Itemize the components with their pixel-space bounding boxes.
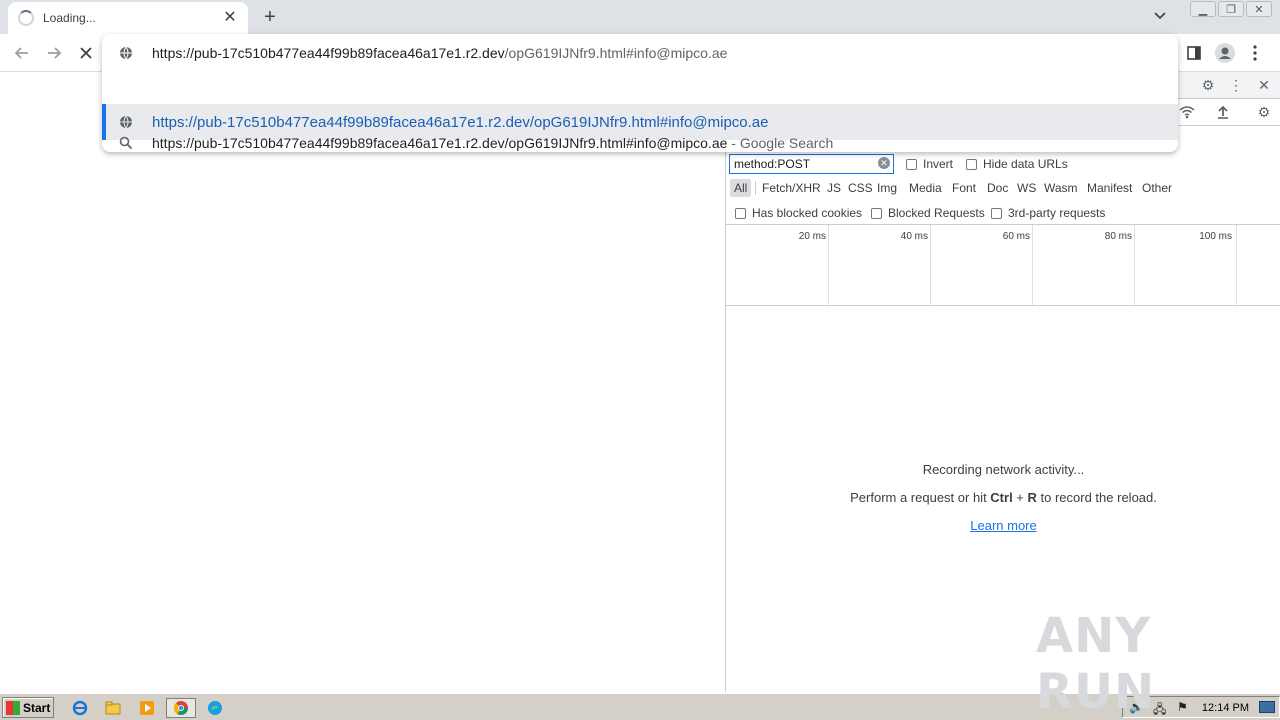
- suggestion-search-text: https://pub-17c510b477ea44f99b89facea46a…: [152, 135, 833, 151]
- type-filter-ws[interactable]: WS: [1017, 179, 1036, 197]
- suggestion-search-row[interactable]: https://pub-17c510b477ea44f99b89facea46a…: [102, 125, 1178, 161]
- omnibox-url-path: /opG619IJNfr9.html#info@mipco.ae: [504, 44, 728, 61]
- search-icon: [118, 135, 134, 151]
- key-r: R: [1027, 490, 1037, 505]
- type-filter-js[interactable]: JS: [827, 179, 841, 197]
- reload-hint: Perform a request or hit Ctrl + R to rec…: [726, 490, 1280, 505]
- omnibox-dropdown: https://pub-17c510b477ea44f99b89facea46a…: [102, 34, 1178, 152]
- type-filter-css[interactable]: CSS: [848, 179, 873, 197]
- restore-button[interactable]: ❐: [1218, 1, 1244, 17]
- tab-close-icon[interactable]: ✕: [222, 10, 238, 26]
- type-filter-doc[interactable]: Doc: [987, 179, 1008, 197]
- checkbox-box[interactable]: [735, 207, 746, 219]
- profile-avatar-icon[interactable]: [1214, 42, 1236, 64]
- devtools-close-icon[interactable]: ✕: [1255, 76, 1273, 94]
- start-button[interactable]: Start: [2, 697, 54, 718]
- windows-logo-icon: [6, 700, 20, 715]
- back-button[interactable]: [10, 41, 34, 65]
- network-settings-gear-icon[interactable]: ⚙: [1255, 103, 1273, 121]
- resource-type-filters: All Fetch/XHR JS CSS Img Media Font Doc …: [726, 177, 1280, 199]
- third-party-checkbox[interactable]: 3rd-party requests: [991, 206, 1105, 220]
- stop-button[interactable]: [74, 41, 98, 65]
- minimize-button[interactable]: ▁: [1190, 1, 1216, 17]
- browser-tab[interactable]: Loading... ✕: [8, 2, 248, 34]
- settings-gear-icon[interactable]: ⚙: [1199, 76, 1217, 94]
- blocked-requests-label: Blocked Requests: [888, 206, 985, 220]
- devtools-menu-icon[interactable]: ⋮: [1227, 76, 1245, 94]
- explorer-folder-icon[interactable]: [103, 698, 123, 718]
- timeline-tick-label: 80 ms: [1104, 231, 1132, 242]
- loading-spinner-icon: [18, 10, 34, 26]
- recording-text: Recording network activity...: [922, 462, 1085, 477]
- globe-icon: [118, 45, 134, 61]
- blocked-filters-row: Has blocked cookies Blocked Requests 3rd…: [726, 202, 1280, 224]
- timeline-gridline: [828, 225, 829, 305]
- third-party-label: 3rd-party requests: [1008, 206, 1106, 220]
- blocked-requests-checkbox[interactable]: Blocked Requests: [871, 206, 985, 220]
- type-filter-other[interactable]: Other: [1142, 179, 1172, 197]
- window-controls: ▁ ❐ ✕: [1190, 1, 1272, 17]
- menu-kebab-icon[interactable]: [1244, 42, 1266, 64]
- network-conditions-icon[interactable]: [1178, 103, 1196, 121]
- type-filter-fetch-xhr[interactable]: Fetch/XHR: [762, 179, 821, 197]
- reload-hint-pre: Perform a request or hit: [850, 490, 991, 505]
- search-suffix: - Google Search: [727, 135, 834, 151]
- type-filter-font[interactable]: Font: [952, 179, 976, 197]
- type-filter-media[interactable]: Media: [909, 179, 942, 197]
- timeline-gridline: [1236, 225, 1237, 305]
- learn-more-text: Learn more: [970, 518, 1037, 533]
- checkbox-box[interactable]: [871, 207, 882, 219]
- blocked-cookies-label: Has blocked cookies: [752, 206, 863, 220]
- screen: Loading... ✕ + ▁ ❐ ✕ https://pub-17c510b…: [0, 0, 1280, 720]
- timeline-overview[interactable]: 20 ms 40 ms 60 ms 80 ms 100 ms: [726, 224, 1280, 306]
- omnibox-input[interactable]: https://pub-17c510b477ea44f99b89facea46a…: [102, 34, 1178, 71]
- key-ctrl: Ctrl: [990, 490, 1013, 505]
- type-filter-wasm[interactable]: Wasm: [1044, 179, 1078, 197]
- new-tab-button[interactable]: +: [258, 6, 282, 28]
- omnibox-url-host: https://pub-17c510b477ea44f99b89facea46a…: [152, 44, 505, 61]
- checkbox-box[interactable]: [991, 207, 1002, 219]
- edge-icon[interactable]: [205, 698, 225, 718]
- timeline-gridline: [1134, 225, 1135, 305]
- reload-hint-post: to record the reload.: [1036, 490, 1157, 505]
- tab-title: Loading...: [43, 11, 96, 25]
- tab-strip: Loading... ✕ + ▁ ❐ ✕: [0, 0, 1280, 34]
- type-separator: [755, 181, 756, 195]
- learn-more-link[interactable]: Learn more: [726, 518, 1280, 533]
- type-filter-img[interactable]: Img: [877, 179, 897, 197]
- timeline-tick-label: 60 ms: [1002, 231, 1030, 242]
- omnibox-url: https://pub-17c510b477ea44f99b89facea46a…: [152, 45, 727, 61]
- import-har-icon[interactable]: [1214, 103, 1232, 121]
- side-panel-icon[interactable]: [1183, 42, 1205, 64]
- blocked-cookies-checkbox[interactable]: Has blocked cookies: [735, 206, 862, 220]
- timeline-tick-label: 40 ms: [900, 231, 928, 242]
- chrome-taskbar-icon[interactable]: [166, 698, 196, 718]
- search-query: https://pub-17c510b477ea44f99b89facea46a…: [152, 135, 728, 151]
- timeline-gridline: [1032, 225, 1033, 305]
- media-player-icon[interactable]: [137, 698, 157, 718]
- timeline-gridline: [930, 225, 931, 305]
- type-filter-manifest[interactable]: Manifest: [1087, 179, 1132, 197]
- key-plus: +: [1012, 490, 1028, 505]
- start-label: Start: [23, 700, 51, 715]
- close-window-button[interactable]: ✕: [1246, 1, 1272, 17]
- type-filter-all[interactable]: All: [730, 179, 752, 197]
- devtools-panel: ⚙ ⋮ ✕ ⚙ ✕ Invert Hide data URLs All Fetc…: [725, 72, 1280, 692]
- timeline-tick-label: 100 ms: [1199, 231, 1232, 242]
- ie-icon[interactable]: [70, 698, 90, 718]
- anyrun-watermark: ANY RUN: [1036, 608, 1156, 720]
- timeline-tick-label: 20 ms: [798, 231, 826, 242]
- tab-search-icon[interactable]: [1150, 6, 1170, 26]
- forward-button[interactable]: [42, 41, 66, 65]
